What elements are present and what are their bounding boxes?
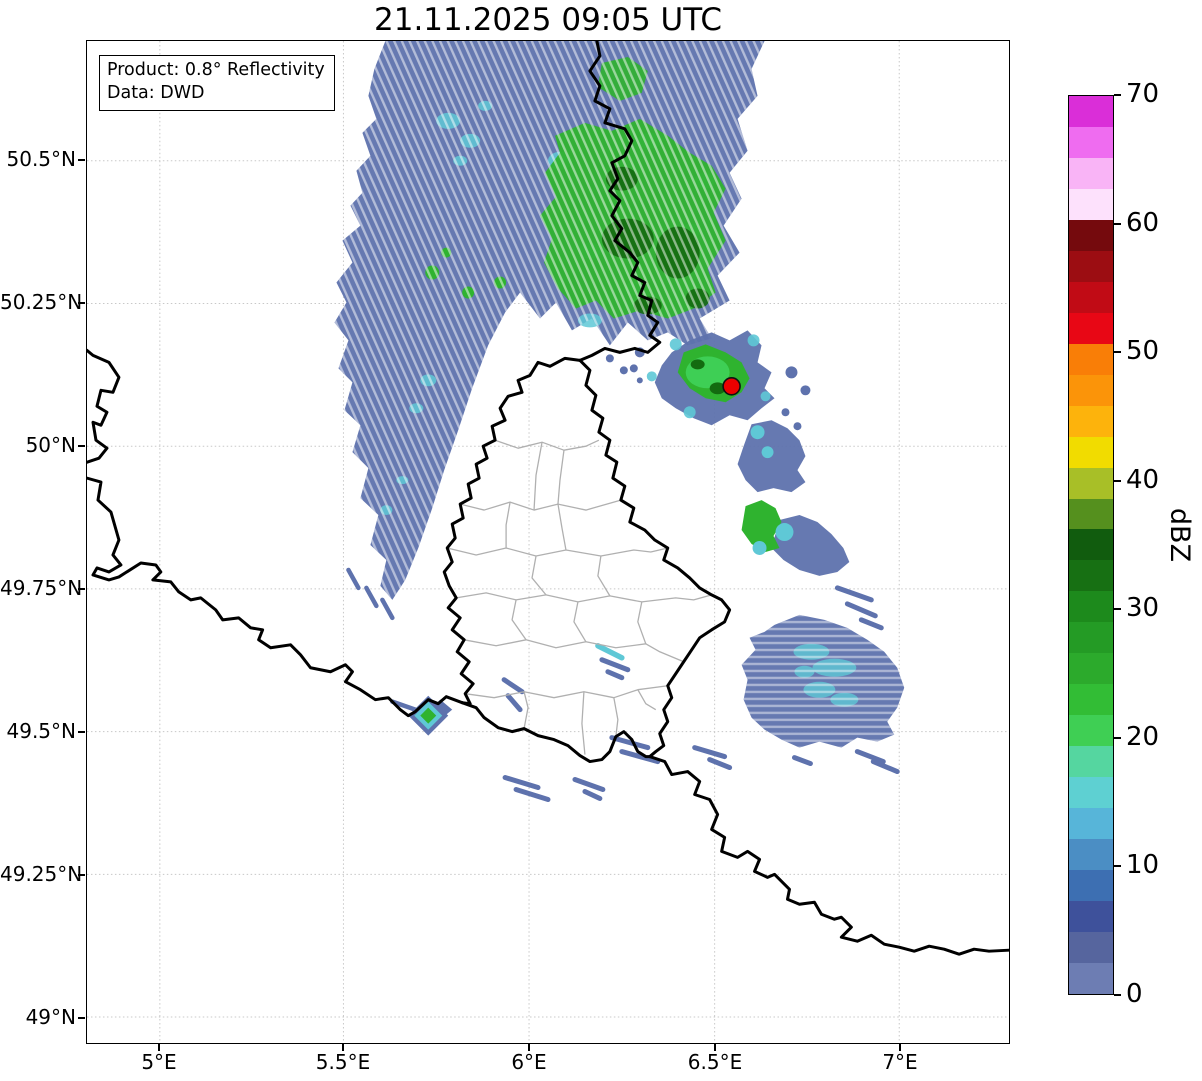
colorbar-segment	[1069, 343, 1113, 375]
echo-cells-south-of-radar	[737, 420, 884, 631]
colorbar-segment	[1069, 188, 1113, 220]
colorbar-segment	[1069, 126, 1113, 158]
colorbar-tick-label: 50	[1126, 336, 1160, 366]
colorbar-tick-mark	[1114, 480, 1121, 482]
y-tick-label: 50.25°N	[0, 290, 83, 314]
colorbar-segment	[1069, 684, 1113, 716]
colorbar-tick-mark	[1114, 737, 1121, 739]
colorbar-tick-mark	[1114, 94, 1121, 96]
y-tick-label: 49.5°N	[6, 719, 77, 743]
colorbar-tick-label: 60	[1126, 208, 1160, 238]
colorbar-segment	[1069, 498, 1113, 530]
colorbar-tick-mark	[1114, 608, 1121, 610]
echo-southeast-area	[741, 614, 905, 775]
colorbar-segment	[1069, 901, 1113, 933]
colorbar-segment	[1069, 95, 1113, 127]
colorbar-segment	[1069, 467, 1113, 499]
figure-title: 21.11.2025 09:05 UTC	[374, 2, 722, 38]
radar-site-marker	[722, 377, 741, 396]
colorbar-segment	[1069, 250, 1113, 282]
colorbar	[1068, 95, 1114, 995]
colorbar-segment	[1069, 374, 1113, 406]
colorbar-segment	[1069, 405, 1113, 437]
y-tick-mark	[78, 159, 85, 161]
map-plot-area: Product: 0.8° Reflectivity Data: DWD	[86, 40, 1010, 1044]
echo-north-shield	[334, 41, 765, 621]
colorbar-tick-mark	[1114, 994, 1121, 996]
product-info-box: Product: 0.8° Reflectivity Data: DWD	[99, 55, 335, 112]
colorbar-segment	[1069, 808, 1113, 840]
y-tick-mark	[78, 445, 85, 447]
colorbar-label: dBZ	[1164, 507, 1195, 563]
colorbar-segment	[1069, 963, 1113, 994]
colorbar-segment	[1069, 591, 1113, 623]
colorbar-segment	[1069, 281, 1113, 313]
y-tick-mark	[78, 731, 85, 733]
product-info-line2: Data: DWD	[107, 83, 205, 104]
colorbar-tick-mark	[1114, 223, 1121, 225]
colorbar-segment	[1069, 746, 1113, 778]
y-tick-label: 49°N	[25, 1005, 76, 1029]
colorbar-segment	[1069, 653, 1113, 685]
colorbar-tick-label: 20	[1126, 722, 1160, 752]
luxembourg-district-borders	[447, 439, 712, 755]
product-info-line1: Product: 0.8° Reflectivity	[107, 60, 325, 80]
colorbar-tick-label: 0	[1126, 979, 1143, 1009]
border-givet-salient	[87, 348, 121, 464]
x-tick-label: 5.5°E	[315, 1050, 371, 1074]
x-tick-label: 6°E	[511, 1050, 547, 1074]
colorbar-segment	[1069, 436, 1113, 468]
colorbar-segment	[1069, 839, 1113, 871]
colorbar-tick-label: 10	[1126, 850, 1160, 880]
colorbar-segment	[1069, 932, 1113, 964]
colorbar-segment	[1069, 529, 1113, 561]
y-tick-mark	[78, 1017, 85, 1019]
colorbar-tick-label: 30	[1126, 593, 1160, 623]
y-tick-label: 50.5°N	[6, 147, 77, 171]
colorbar-tick-mark	[1114, 351, 1121, 353]
colorbar-tick-mark	[1114, 865, 1121, 867]
colorbar-segment	[1069, 219, 1113, 251]
y-tick-label: 49.25°N	[0, 862, 83, 886]
radar-figure: { "title": "21.11.2025 09:05 UTC", "info…	[0, 0, 1202, 1081]
colorbar-tick-label: 70	[1126, 79, 1160, 109]
colorbar-segment	[1069, 157, 1113, 189]
radar-echoes	[334, 41, 905, 802]
border-france-germany	[648, 755, 1009, 956]
y-tick-label: 49.75°N	[0, 576, 83, 600]
x-tick-label: 6.5°E	[687, 1050, 743, 1074]
x-tick-label: 7°E	[882, 1050, 918, 1074]
y-tick-label: 50°N	[25, 433, 76, 457]
colorbar-segment	[1069, 715, 1113, 747]
colorbar-segment	[1069, 870, 1113, 902]
echo-diamond-cell	[390, 695, 453, 736]
colorbar-tick-label: 40	[1126, 465, 1160, 495]
radar-map	[87, 41, 1009, 1043]
colorbar-segment	[1069, 777, 1113, 809]
colorbar-segment	[1069, 312, 1113, 344]
colorbar-segment	[1069, 622, 1113, 654]
x-tick-label: 5°E	[141, 1050, 177, 1074]
colorbar-segment	[1069, 560, 1113, 592]
